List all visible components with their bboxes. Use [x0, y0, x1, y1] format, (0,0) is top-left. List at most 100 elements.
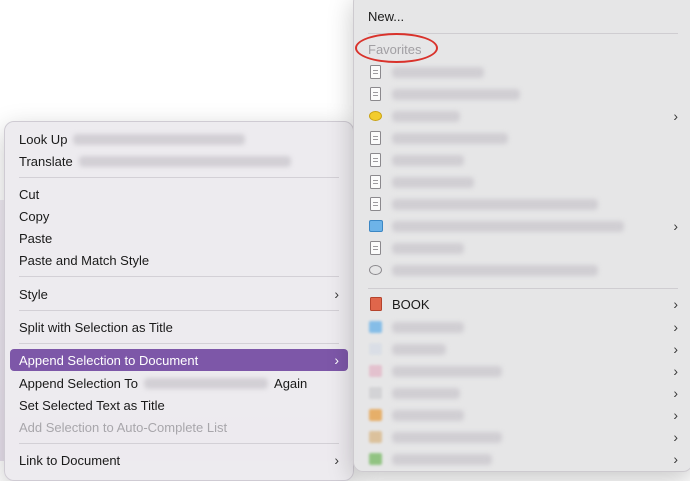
- menu-item-label: New...: [368, 8, 405, 24]
- blurred-text: [392, 132, 508, 144]
- chevron-right-icon: ›: [673, 296, 678, 312]
- menu-separator: [19, 276, 339, 277]
- context-menu: Look Up Translate Cut Copy Paste Paste a…: [4, 121, 354, 481]
- chevron-right-icon: ›: [334, 452, 339, 468]
- blurred-text: [392, 66, 484, 78]
- blurred-text: [392, 343, 446, 355]
- blurred-text: [392, 176, 474, 188]
- chevron-right-icon: ›: [673, 363, 678, 379]
- menu-item-style[interactable]: Style ›: [10, 283, 348, 305]
- group-item[interactable]: ›: [360, 360, 686, 382]
- blurred-text: [392, 431, 502, 443]
- menu-item-paste-and-match-style[interactable]: Paste and Match Style: [10, 249, 348, 271]
- favorite-item[interactable]: [360, 61, 686, 83]
- document-icon: [368, 196, 383, 212]
- menu-item-translate[interactable]: Translate: [10, 150, 348, 172]
- document-icon: [368, 64, 383, 80]
- blurred-text: [392, 409, 464, 421]
- group-item[interactable]: ›: [360, 316, 686, 338]
- tan-group-icon: [368, 429, 383, 445]
- menu-separator: [19, 443, 339, 444]
- menu-item-label: Append Selection to Document: [19, 352, 199, 368]
- menu-item-append-selection-to-document[interactable]: Append Selection to Document ›: [10, 349, 348, 371]
- orange-group-icon: [368, 407, 383, 423]
- menu-item-label: Split with Selection as Title: [19, 319, 173, 335]
- group-item[interactable]: ›: [360, 426, 686, 448]
- menu-item-label: Link to Document: [19, 452, 121, 468]
- chevron-right-icon: ›: [673, 108, 678, 124]
- menu-item-suffix: Again: [274, 375, 308, 391]
- blurred-text: [73, 133, 246, 145]
- submenu-item-new[interactable]: New...: [360, 5, 686, 27]
- menu-item-append-selection-to-again[interactable]: Append Selection To Again: [10, 372, 348, 394]
- menu-separator: [368, 288, 678, 289]
- favorites-annotation-oval: [355, 33, 438, 63]
- menu-item-label: Paste and Match Style: [19, 252, 150, 268]
- blurred-text: [392, 198, 598, 210]
- group-item[interactable]: ›: [360, 382, 686, 404]
- document-icon: [368, 174, 383, 190]
- green-group-icon: [368, 451, 383, 467]
- chevron-right-icon: ›: [673, 451, 678, 467]
- group-item[interactable]: ›: [360, 338, 686, 360]
- blurred-text: [392, 88, 520, 100]
- chevron-right-icon: ›: [673, 407, 678, 423]
- menu-item-label: Append Selection To: [19, 375, 139, 391]
- group-item-book[interactable]: BOOK ›: [360, 293, 686, 315]
- favorite-item[interactable]: [360, 83, 686, 105]
- menu-item-label: BOOK: [392, 296, 430, 312]
- blurred-text: [392, 264, 598, 276]
- group-icon: [368, 218, 383, 234]
- favorite-item[interactable]: [360, 171, 686, 193]
- favorite-item[interactable]: [360, 127, 686, 149]
- menu-item-copy[interactable]: Copy: [10, 205, 348, 227]
- blurred-text: [392, 110, 460, 122]
- menu-item-add-selection-to-auto-complete: Add Selection to Auto-Complete List: [10, 416, 348, 438]
- menu-item-label: Copy: [19, 208, 50, 224]
- menu-item-label: Set Selected Text as Title: [19, 397, 165, 413]
- blurred-text: [144, 377, 269, 389]
- favorite-item[interactable]: [360, 237, 686, 259]
- favorite-item[interactable]: [360, 259, 686, 281]
- menu-item-split-with-selection[interactable]: Split with Selection as Title: [10, 316, 348, 338]
- blurred-text: [392, 453, 492, 465]
- menu-item-label: Add Selection to Auto-Complete List: [19, 419, 228, 435]
- chevron-right-icon: ›: [334, 352, 339, 368]
- outline-bubble-icon: [368, 262, 383, 278]
- blurred-text: [392, 220, 624, 232]
- chevron-right-icon: ›: [334, 286, 339, 302]
- favorite-item[interactable]: [360, 149, 686, 171]
- group-item[interactable]: ›: [360, 448, 686, 470]
- chevron-right-icon: ›: [673, 385, 678, 401]
- chevron-right-icon: ›: [673, 218, 678, 234]
- light-group-icon: [368, 341, 383, 357]
- document-icon: [368, 130, 383, 146]
- gray-group-icon: [368, 385, 383, 401]
- document-icon: [368, 86, 383, 102]
- menu-item-look-up[interactable]: Look Up: [10, 128, 348, 150]
- blue-group-icon: [368, 319, 383, 335]
- menu-item-set-selected-text-as-title[interactable]: Set Selected Text as Title: [10, 394, 348, 416]
- blurred-text: [392, 321, 464, 333]
- menu-item-label: Look Up: [19, 131, 68, 147]
- menu-item-label: Style: [19, 286, 48, 302]
- menu-item-paste[interactable]: Paste: [10, 227, 348, 249]
- append-submenu: New... Favorites › › BOOK › › › › › › › …: [353, 0, 690, 472]
- chevron-right-icon: ›: [673, 319, 678, 335]
- pink-group-icon: [368, 363, 383, 379]
- blurred-text: [392, 387, 460, 399]
- book-icon: [368, 296, 383, 312]
- menu-separator: [19, 310, 339, 311]
- menu-item-link-to-document[interactable]: Link to Document ›: [10, 449, 348, 471]
- favorite-item[interactable]: ›: [360, 105, 686, 127]
- chevron-right-icon: ›: [673, 341, 678, 357]
- group-item[interactable]: ›: [360, 404, 686, 426]
- blurred-text: [392, 365, 502, 377]
- document-icon: [368, 240, 383, 256]
- menu-item-cut[interactable]: Cut: [10, 183, 348, 205]
- menu-separator: [19, 177, 339, 178]
- favorite-item[interactable]: [360, 193, 686, 215]
- yellow-bubble-icon: [368, 108, 383, 124]
- menu-item-label: Cut: [19, 186, 40, 202]
- favorite-item[interactable]: ›: [360, 215, 686, 237]
